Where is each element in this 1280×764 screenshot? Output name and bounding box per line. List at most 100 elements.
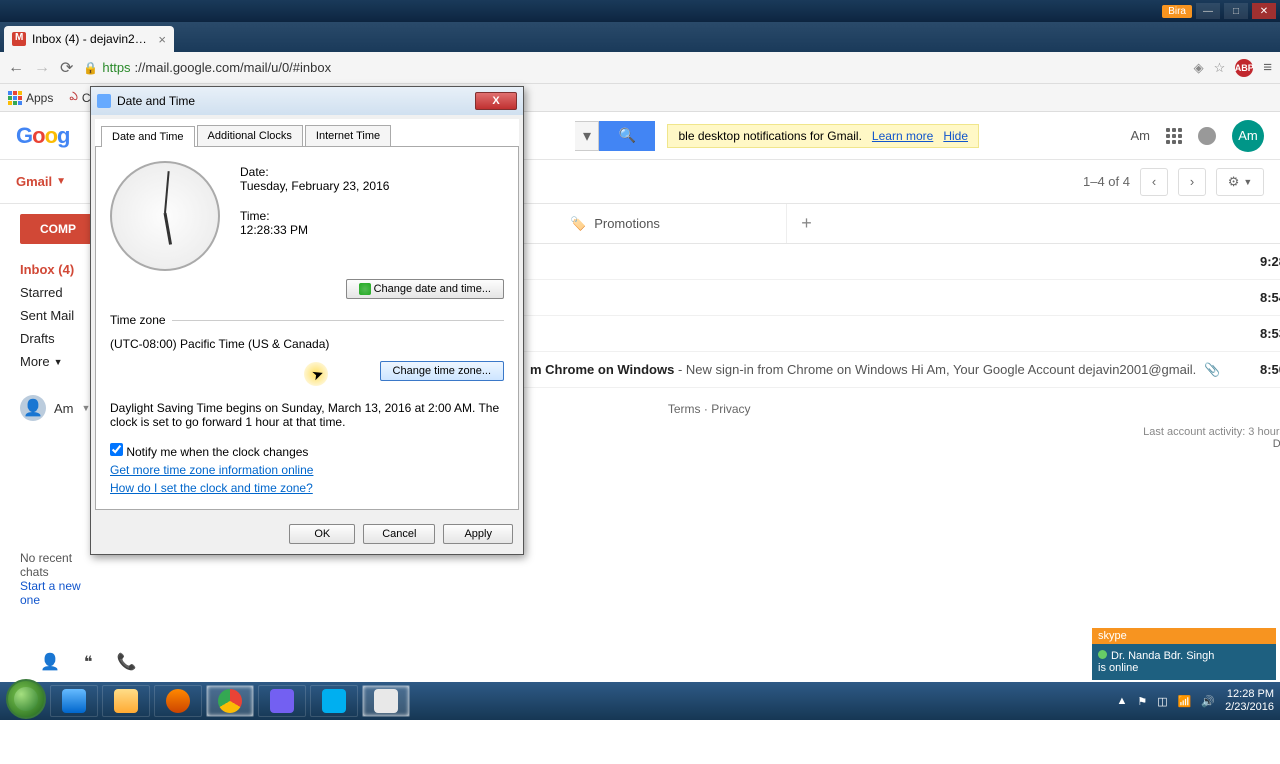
next-page-button[interactable]: › <box>1178 168 1206 196</box>
learn-more-link[interactable]: Learn more <box>872 129 933 143</box>
search-icon: 🔍 <box>619 127 636 144</box>
tray-flag-icon[interactable]: ⚑ <box>1137 695 1147 708</box>
chevron-down-icon: ▼ <box>54 357 63 367</box>
clock-app-icon <box>97 94 111 108</box>
ok-button[interactable]: OK <box>289 524 355 544</box>
details-link[interactable]: Details <box>1273 438 1280 450</box>
taskbar-chrome[interactable] <box>206 685 254 717</box>
desktop-notif-banner: ble desktop notifications for Gmail. Lea… <box>667 124 979 148</box>
apply-button[interactable]: Apply <box>443 524 513 544</box>
tab-close-icon[interactable]: × <box>158 32 166 47</box>
tray-overflow-icon[interactable]: ▲ <box>1116 695 1127 707</box>
browser-tabstrip: Inbox (4) - dejavin2001@g × <box>0 22 1280 52</box>
sidebar: COMP Inbox (4) Starred Sent Mail Drafts … <box>0 204 96 764</box>
terms-link[interactable]: Terms <box>668 402 701 416</box>
close-button[interactable]: ✕ <box>1252 3 1276 19</box>
hide-link[interactable]: Hide <box>943 129 968 143</box>
taskbar-explorer[interactable] <box>102 685 150 717</box>
google-apps-icon[interactable] <box>1166 128 1182 144</box>
taskbar-skype[interactable] <box>310 685 358 717</box>
taskbar-ie[interactable] <box>50 685 98 717</box>
tab-promotions[interactable]: 🏷️ Promotions <box>556 204 786 243</box>
chevron-down-icon: ▼ <box>56 176 66 187</box>
account-avatar[interactable]: Am <box>1232 120 1264 152</box>
chat-area: No recent chats Start a new one <box>20 551 96 607</box>
search-dropdown[interactable]: ▾ <box>575 121 599 151</box>
notify-checkbox[interactable] <box>110 443 123 456</box>
sidebar-sent[interactable]: Sent Mail <box>20 304 96 327</box>
search-button[interactable]: 🔍 <box>599 121 655 151</box>
hangouts-profile[interactable]: 👤 Am ▼ <box>20 395 96 421</box>
tab-date-time[interactable]: Date and Time <box>101 126 195 147</box>
prev-page-button[interactable]: ‹ <box>1140 168 1168 196</box>
bookmark-star-icon[interactable]: ☆ <box>1214 60 1226 76</box>
minimize-button[interactable]: — <box>1196 3 1220 19</box>
tab-internet-time[interactable]: Internet Time <box>305 125 391 146</box>
browser-tab[interactable]: Inbox (4) - dejavin2001@g × <box>4 26 174 52</box>
dst-text: Daylight Saving Time begins on Sunday, M… <box>110 401 504 429</box>
address-bar: ← → ⟳ 🔒 https://mail.google.com/mail/u/0… <box>0 52 1280 84</box>
contacts-icon[interactable]: 👤 <box>40 652 60 672</box>
shield-icon <box>359 283 371 295</box>
start-chat-link[interactable]: Start a new one <box>20 579 81 607</box>
skype-notification[interactable]: skype Dr. Nanda Bdr. Singh is online <box>1092 628 1276 680</box>
clock-help-link[interactable]: How do I set the clock and time zone? <box>110 481 504 495</box>
dialog-titlebar[interactable]: Date and Time X <box>91 87 523 115</box>
abp-icon[interactable]: ABP <box>1235 59 1253 77</box>
taskbar: ▲ ⚑ ◫ 📶 🔊 12:28 PM 2/23/2016 <box>0 682 1280 720</box>
settings-button[interactable]: ⚙▼ <box>1216 168 1264 196</box>
notifications-icon[interactable] <box>1198 127 1216 145</box>
cancel-button[interactable]: Cancel <box>363 524 435 544</box>
analog-clock-icon <box>110 161 220 271</box>
hangouts-icon[interactable]: ❝ <box>84 652 93 672</box>
window-titlebar: Bira — □ ✕ <box>0 0 1280 22</box>
timezone-legend: Time zone <box>110 313 172 327</box>
gear-icon: ⚙ <box>1228 174 1240 190</box>
dialog-buttons: OK Cancel Apply <box>91 514 523 554</box>
sidebar-drafts[interactable]: Drafts <box>20 327 96 350</box>
gmail-favicon-icon <box>12 32 26 46</box>
change-timezone-button[interactable]: Change time zone... <box>380 361 504 381</box>
timezone-info-link[interactable]: Get more time zone information online <box>110 463 504 477</box>
phone-icon[interactable]: 📞 <box>117 652 137 672</box>
reload-button[interactable]: ⟳ <box>60 58 73 78</box>
taskbar-datetime[interactable] <box>362 685 410 717</box>
sidebar-starred[interactable]: Starred <box>20 281 96 304</box>
url-field[interactable]: 🔒 https://mail.google.com/mail/u/0/#inbo… <box>83 60 1183 75</box>
sidebar-more[interactable]: More ▼ <box>20 350 96 373</box>
dialog-close-button[interactable]: X <box>475 92 517 110</box>
add-tab-button[interactable]: + <box>786 204 826 243</box>
user-badge: Bira <box>1162 5 1192 18</box>
maximize-button[interactable]: □ <box>1224 3 1248 19</box>
change-date-time-button[interactable]: Change date and time... <box>346 279 504 299</box>
taskbar-media[interactable] <box>154 685 202 717</box>
chrome-menu-icon[interactable]: ≡ <box>1263 59 1272 76</box>
tag-icon: 🏷️ <box>570 216 586 232</box>
sidebar-inbox[interactable]: Inbox (4) <box>20 258 96 281</box>
compose-button[interactable]: COMP <box>20 214 96 244</box>
google-logo[interactable]: Goog <box>16 123 69 149</box>
privacy-link[interactable]: Privacy <box>711 402 750 416</box>
tab-additional-clocks[interactable]: Additional Clocks <box>197 125 303 146</box>
account-name: Am <box>1131 128 1151 143</box>
extension-icon[interactable]: ◈ <box>1194 60 1204 76</box>
notify-checkbox-label[interactable]: Notify me when the clock changes <box>110 445 308 459</box>
dialog-tabs: Date and Time Additional Clocks Internet… <box>95 119 519 146</box>
tray-wifi-icon[interactable]: 📶 <box>1178 695 1192 708</box>
taskbar-viber[interactable] <box>258 685 306 717</box>
apps-grid-icon <box>8 91 22 105</box>
date-value: Tuesday, February 23, 2016 <box>240 179 389 193</box>
time-value: 12:28:33 PM <box>240 223 389 237</box>
forward-button[interactable]: → <box>34 59 50 77</box>
skype-header: skype <box>1092 628 1276 644</box>
taskbar-clock[interactable]: 12:28 PM 2/23/2016 <box>1225 688 1274 714</box>
start-button[interactable] <box>6 679 46 719</box>
gmail-brand[interactable]: Gmail ▼ <box>16 174 66 189</box>
profile-avatar-icon: 👤 <box>20 395 46 421</box>
timezone-value: (UTC-08:00) Pacific Time (US & Canada) <box>110 337 504 351</box>
apps-bookmark[interactable]: Apps <box>8 91 53 105</box>
back-button[interactable]: ← <box>8 59 24 77</box>
attachment-icon: 📎 <box>1204 362 1220 378</box>
tray-network-icon[interactable]: ◫ <box>1157 695 1167 708</box>
tray-volume-icon[interactable]: 🔊 <box>1201 695 1215 708</box>
